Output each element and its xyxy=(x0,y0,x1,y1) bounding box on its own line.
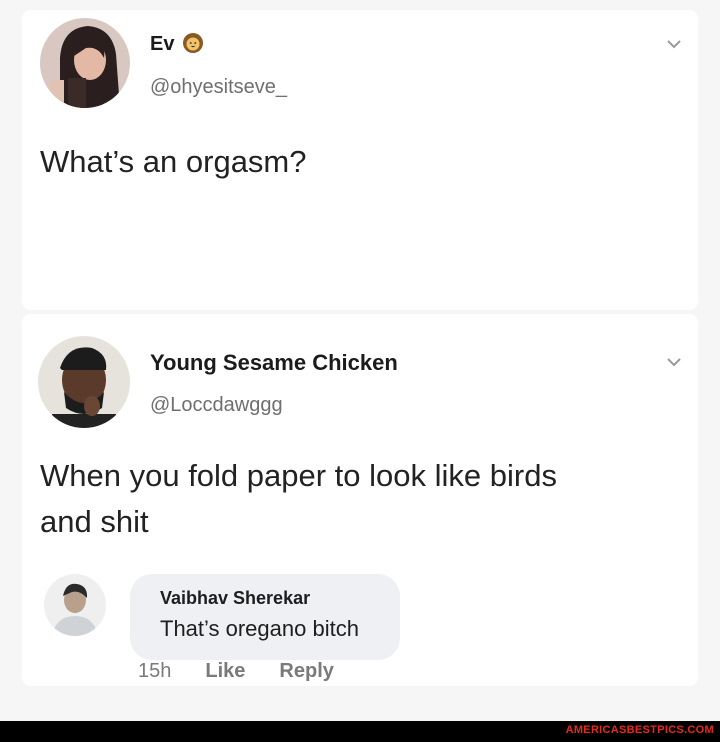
commenter-avatar[interactable] xyxy=(44,574,106,636)
watermark-text: AMERICASBESTPICS.COM xyxy=(565,724,714,736)
post-card-young-sesame-chicken: Young Sesame Chicken @Loccdawggg When yo… xyxy=(22,314,698,686)
author-handle[interactable]: @ohyesitseve_ xyxy=(150,76,287,99)
lion-emoji-icon xyxy=(183,33,204,53)
avatar[interactable] xyxy=(38,336,130,428)
avatar-image xyxy=(38,336,130,428)
author-name[interactable]: Young Sesame Chicken xyxy=(150,350,398,376)
avatar-image xyxy=(44,574,106,636)
post-text-line-1: When you fold paper to look like birds xyxy=(40,458,557,493)
chevron-down-icon[interactable] xyxy=(664,36,684,52)
comment-text: That’s oregano bitch xyxy=(160,616,359,641)
author-name-text: Ev xyxy=(150,33,175,55)
author-handle[interactable]: @Loccdawggg xyxy=(150,394,283,417)
post-text-line-2: and shit xyxy=(40,504,149,539)
avatar[interactable] xyxy=(40,18,130,108)
comment-actions: 15h Like Reply xyxy=(138,660,334,683)
author-name[interactable]: Ev xyxy=(150,32,204,56)
comment-timestamp: 15h xyxy=(138,660,172,682)
post-text: What’s an orgasm? xyxy=(40,144,307,179)
screenshot-page: Ev @ohyesitseve_ What’s an orgasm? Young… xyxy=(0,0,720,742)
like-button[interactable]: Like xyxy=(205,660,245,683)
comment-bubble: Vaibhav Sherekar That’s oregano bitch xyxy=(130,574,400,660)
post-card-ev: Ev @ohyesitseve_ What’s an orgasm? xyxy=(22,10,698,310)
avatar-image xyxy=(40,18,130,108)
reply-button[interactable]: Reply xyxy=(279,660,333,683)
watermark-bar: AMERICASBESTPICS.COM xyxy=(0,721,720,742)
commenter-name[interactable]: Vaibhav Sherekar xyxy=(160,588,310,609)
chevron-down-icon[interactable] xyxy=(664,354,684,370)
